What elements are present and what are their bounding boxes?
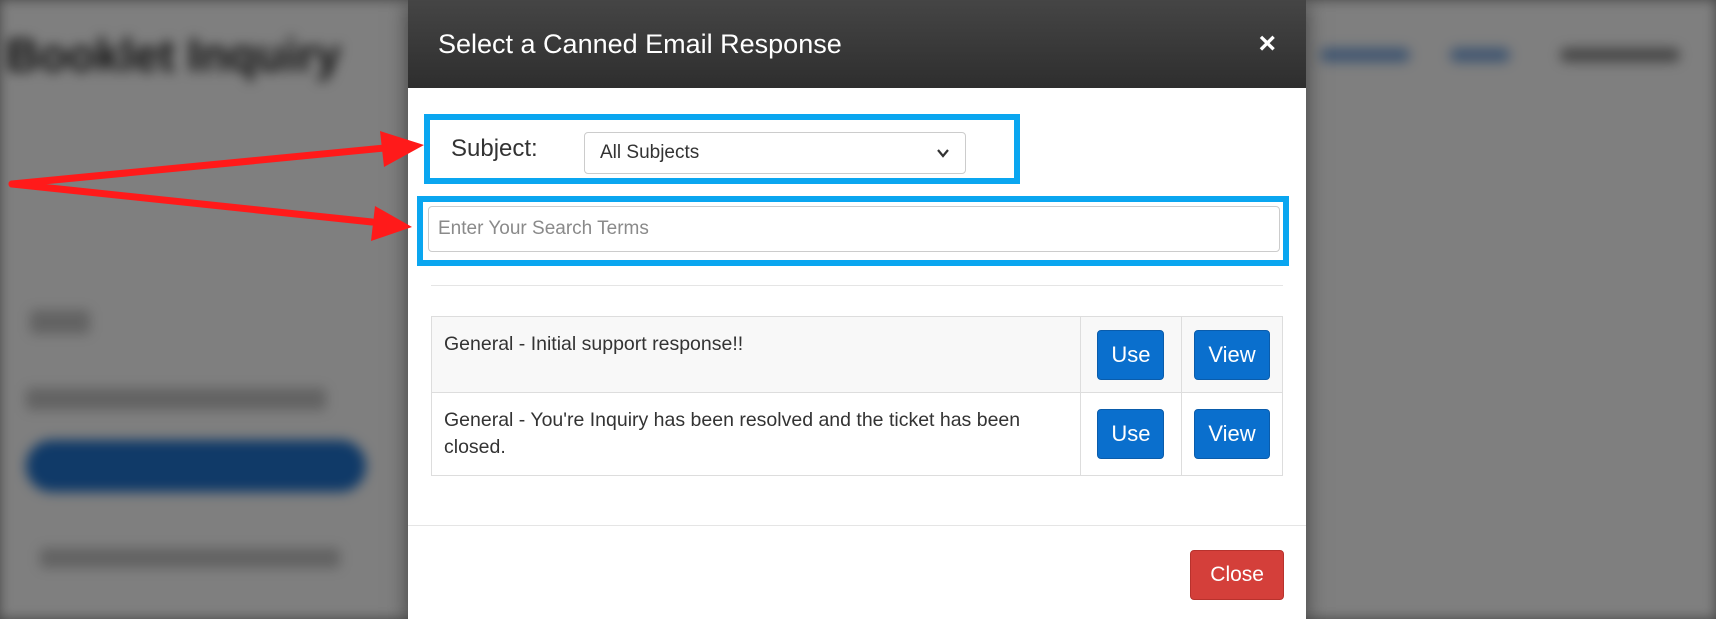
subject-select[interactable]: All Subjects	[584, 132, 966, 174]
view-button[interactable]: View	[1194, 329, 1270, 380]
divider	[431, 285, 1283, 286]
view-button[interactable]: View	[1194, 409, 1270, 459]
subject-selected-value: All Subjects	[600, 142, 700, 163]
table-row: General - Initial support response!! Use…	[431, 316, 1284, 393]
subject-label: Subject:	[451, 135, 538, 162]
close-button[interactable]: Close	[1190, 550, 1284, 600]
chevron-down-icon	[937, 149, 949, 158]
responses-table: General - Initial support response!! Use…	[431, 316, 1284, 476]
modal-title: Select a Canned Email Response	[438, 28, 842, 59]
table-row: General - You're Inquiry has been resolv…	[431, 392, 1284, 476]
search-input[interactable]	[428, 206, 1280, 252]
use-button[interactable]: Use	[1097, 329, 1165, 380]
response-text: General - You're Inquiry has been resolv…	[431, 392, 1081, 476]
response-text: General - Initial support response!!	[431, 316, 1081, 393]
subject-highlight: Subject: All Subjects	[424, 114, 1020, 184]
close-icon[interactable]: ×	[1258, 29, 1276, 59]
modal-header: Select a Canned Email Response ×	[408, 0, 1306, 88]
modal-footer-divider	[408, 525, 1306, 526]
use-button[interactable]: Use	[1097, 409, 1165, 459]
canned-response-modal: Select a Canned Email Response × Subject…	[408, 0, 1306, 619]
search-highlight	[417, 196, 1289, 266]
